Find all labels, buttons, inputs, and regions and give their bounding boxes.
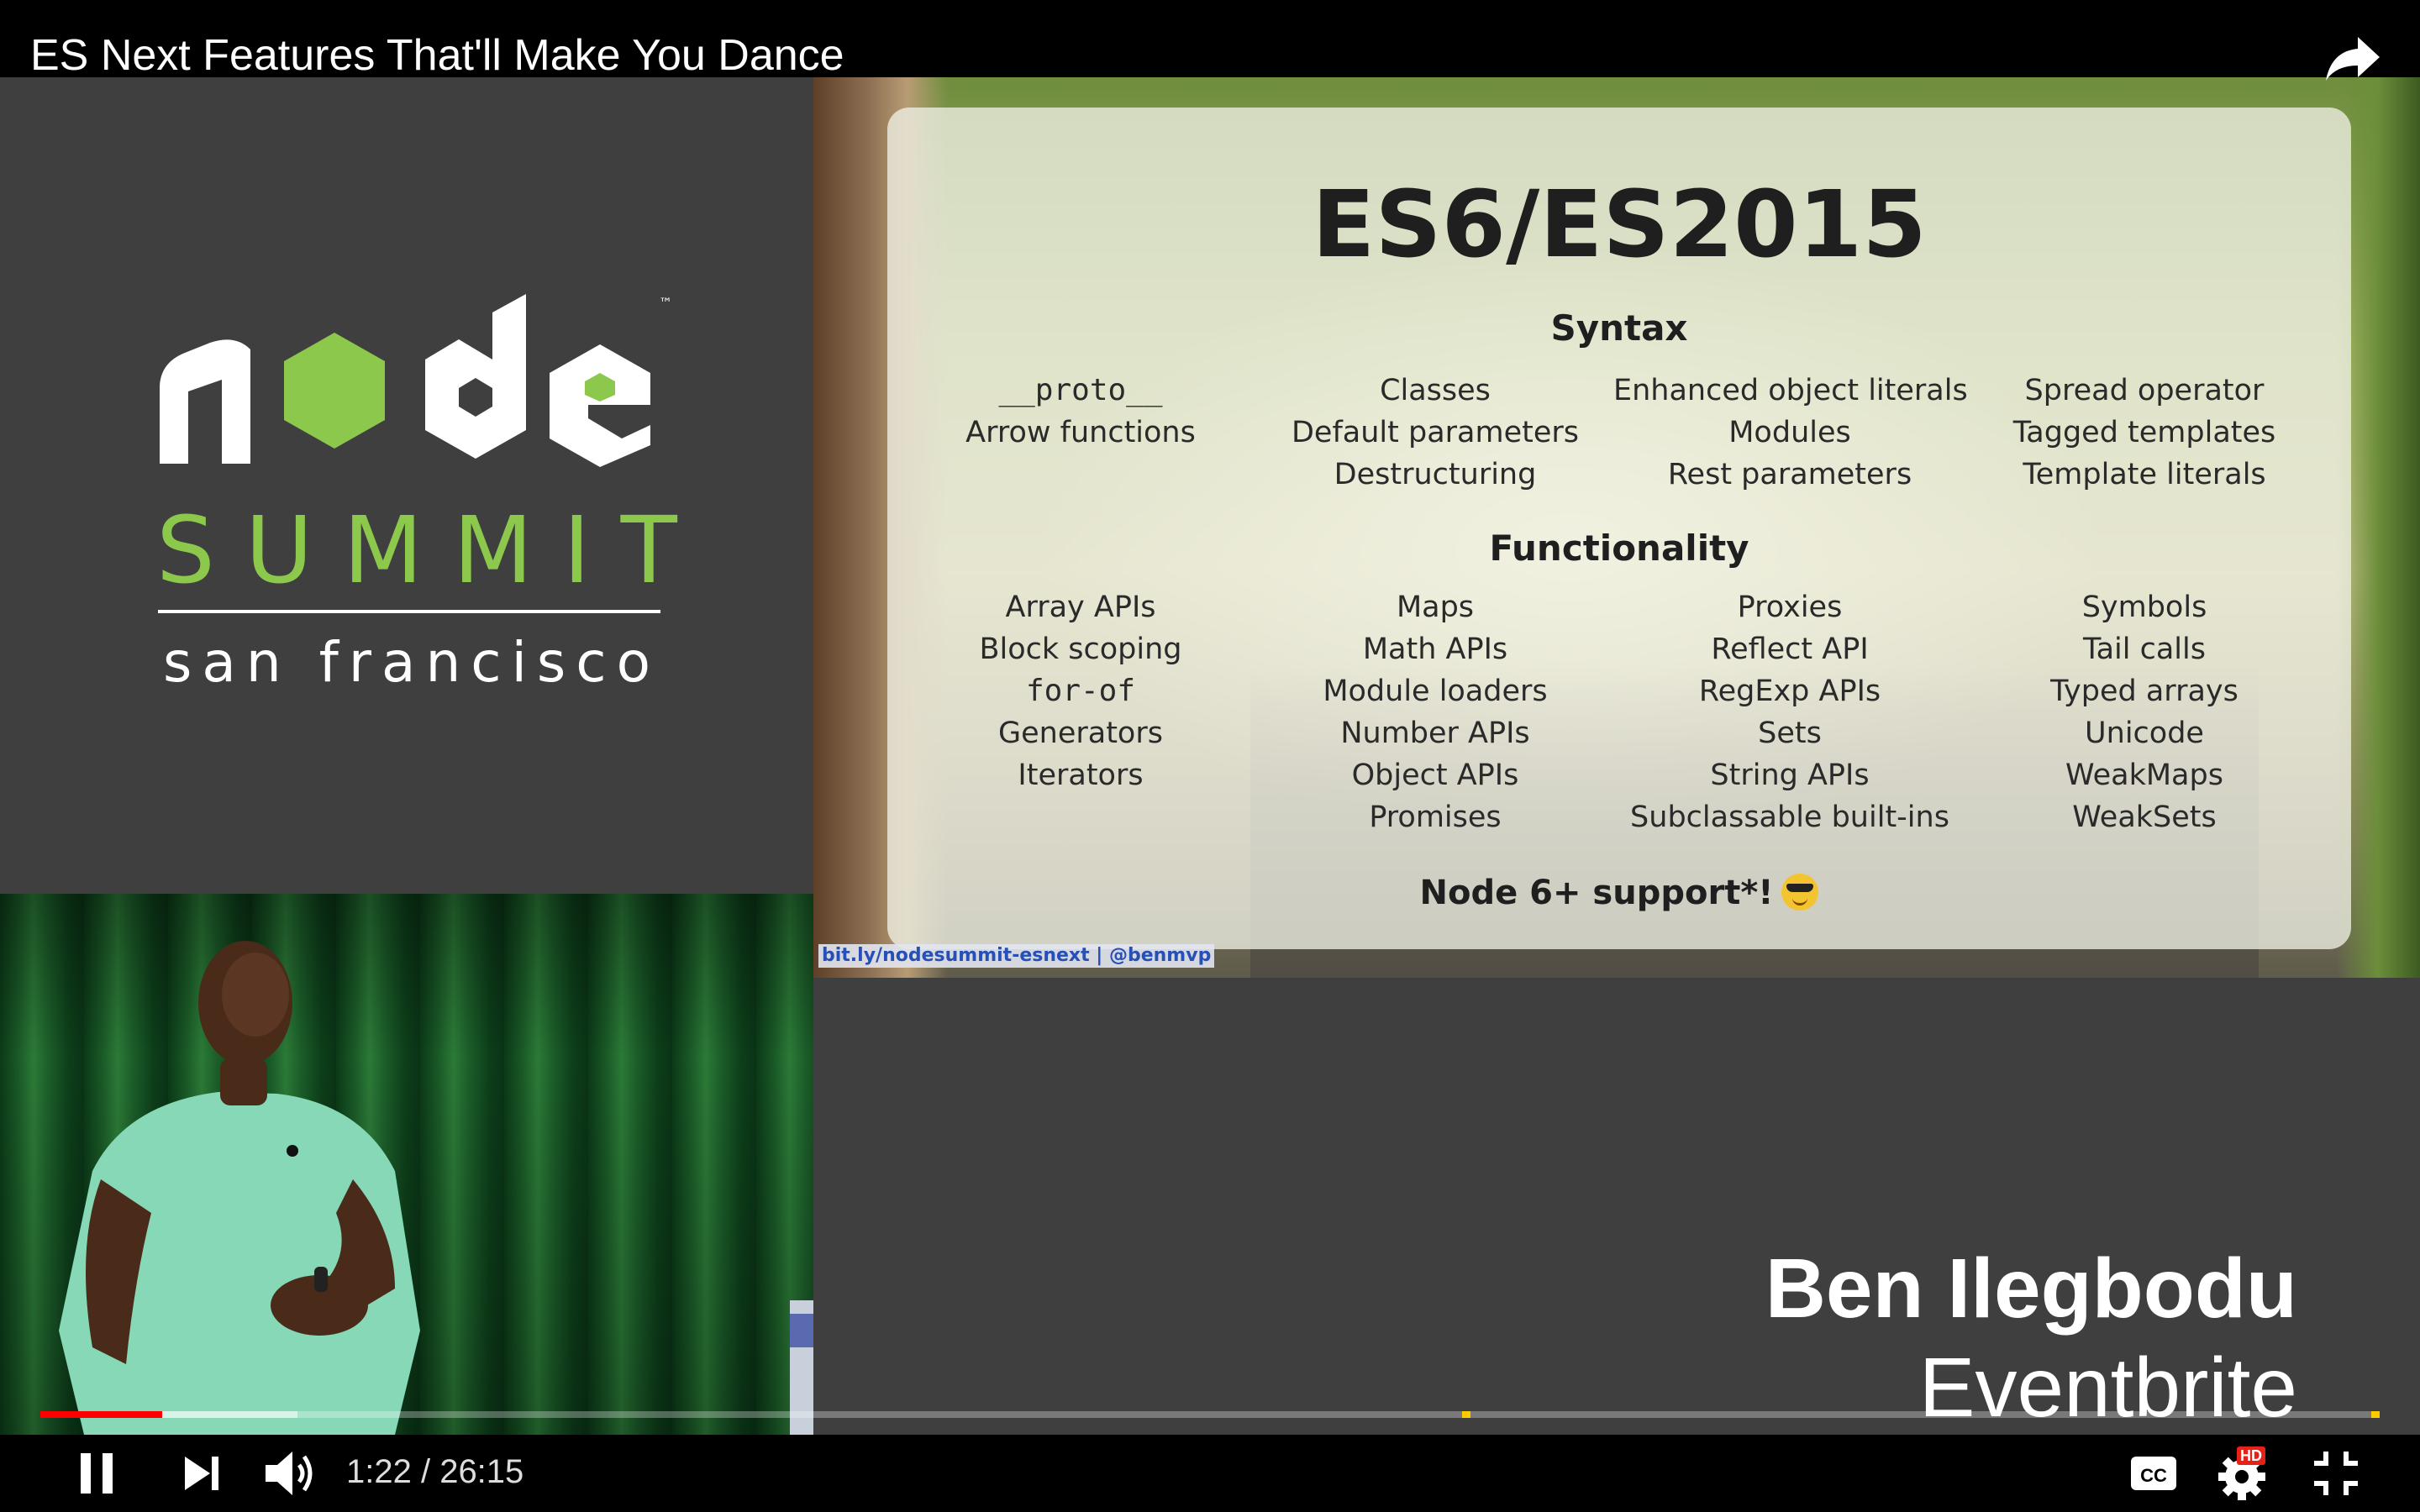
presentation-slide: ES6/ES2015 Syntax __proto__ Arrow functi… bbox=[813, 77, 2420, 978]
list-item: Rest parameters bbox=[1667, 458, 1912, 491]
functionality-column-2: Maps Math APIs Module loaders Number API… bbox=[1259, 586, 1612, 838]
functionality-column-3: Proxies Reflect API RegExp APIs Sets Str… bbox=[1613, 586, 1966, 838]
support-note: Node 6+ support*! bbox=[887, 874, 2351, 911]
speaker-figure bbox=[59, 941, 813, 1435]
list-item: Sets bbox=[1758, 717, 1822, 750]
volume-button[interactable] bbox=[264, 1446, 319, 1500]
progress-played bbox=[40, 1411, 162, 1418]
list-item: String APIs bbox=[1710, 759, 1870, 792]
slide-title: ES6/ES2015 bbox=[1312, 171, 1927, 278]
list-item: Spread operator bbox=[2024, 374, 2265, 407]
functionality-heading: Functionality bbox=[1489, 528, 1749, 569]
list-item: Number APIs bbox=[1340, 717, 1530, 750]
list-item: Array APIs bbox=[1005, 591, 1156, 624]
list-item: Object APIs bbox=[1351, 759, 1519, 792]
sunglasses-emoji-icon bbox=[1781, 874, 1819, 911]
list-item: Tail calls bbox=[2083, 633, 2206, 666]
trademark-symbol: ™ bbox=[659, 295, 672, 311]
list-item: Modules bbox=[1728, 416, 1851, 449]
event-logo-panel: ™ SUMMIT san francisco bbox=[0, 77, 813, 894]
speaker-camera-feed bbox=[0, 894, 813, 1435]
video-title[interactable]: ES Next Features That'll Make You Dance bbox=[30, 30, 844, 81]
list-item: for-of bbox=[1025, 674, 1136, 708]
list-item: Reflect API bbox=[1711, 633, 1869, 666]
cc-icon: CC bbox=[2131, 1457, 2176, 1490]
chapter-marker[interactable] bbox=[1462, 1411, 1470, 1418]
syntax-column-3: Enhanced object literals Modules Rest pa… bbox=[1613, 370, 1968, 496]
list-item: Classes bbox=[1380, 374, 1491, 407]
list-item: Math APIs bbox=[1362, 633, 1508, 666]
speaker-name: Ben Ilegbodu bbox=[1765, 1242, 2297, 1336]
logo-divider bbox=[158, 610, 660, 613]
node-wordmark-graphic: ™ bbox=[160, 294, 672, 467]
list-item: Tagged templates bbox=[2012, 416, 2276, 449]
city-wordmark: san francisco bbox=[163, 630, 660, 695]
list-item: Default parameters bbox=[1291, 416, 1580, 449]
list-item: Block scoping bbox=[979, 633, 1182, 666]
list-item: Arrow functions bbox=[965, 416, 1196, 449]
exit-fullscreen-button[interactable] bbox=[2311, 1448, 2361, 1499]
volume-icon bbox=[266, 1452, 313, 1495]
next-icon bbox=[185, 1457, 218, 1490]
list-item: Proxies bbox=[1737, 591, 1843, 624]
support-text: Node 6+ support*! bbox=[1419, 874, 1774, 912]
list-item: Enhanced object literals bbox=[1613, 374, 1968, 407]
video-player[interactable]: ES Next Features That'll Make You Dance bbox=[0, 0, 2420, 1512]
list-item: Iterators bbox=[1018, 759, 1144, 792]
list-item: Module loaders bbox=[1323, 675, 1548, 708]
list-item: Typed arrays bbox=[2050, 675, 2238, 708]
exit-fullscreen-icon bbox=[2314, 1452, 2358, 1495]
share-icon[interactable] bbox=[2324, 34, 2383, 84]
list-item: Unicode bbox=[2085, 717, 2204, 750]
syntax-column-4: Spread operator Tagged templates Templat… bbox=[1968, 370, 2321, 496]
slide-footer-link: bit.ly/nodesummit-esnext | @benmvp bbox=[818, 944, 1215, 968]
pause-button[interactable] bbox=[77, 1448, 118, 1499]
video-frame[interactable]: ™ SUMMIT san francisco ES6/ES2015 Syntax… bbox=[0, 77, 2420, 1435]
time-display: 1:22 / 26:15 bbox=[346, 1453, 524, 1490]
summit-wordmark: SUMMIT bbox=[156, 496, 708, 604]
list-item: Promises bbox=[1369, 801, 1502, 834]
list-item: Subclassable built-ins bbox=[1630, 801, 1949, 834]
progress-bar[interactable] bbox=[40, 1411, 2380, 1418]
pause-icon bbox=[81, 1453, 113, 1494]
chapter-marker[interactable] bbox=[2371, 1411, 2380, 1418]
captions-button[interactable]: CC bbox=[2129, 1450, 2178, 1497]
syntax-column-1: __proto__ Arrow functions bbox=[904, 370, 1257, 454]
list-item: __proto__ bbox=[998, 373, 1163, 407]
node-summit-logo: ™ SUMMIT san francisco bbox=[151, 279, 723, 699]
svg-text:CC: CC bbox=[2140, 1465, 2167, 1486]
speaker-name-card: Ben Ilegbodu Eventbrite bbox=[813, 978, 2420, 1435]
list-item: RegExp APIs bbox=[1698, 675, 1881, 708]
control-bar: 1:22 / 26:15 CC HD bbox=[0, 1435, 2420, 1512]
list-item: WeakMaps bbox=[2065, 759, 2223, 792]
list-item: Symbols bbox=[2081, 591, 2207, 624]
slide-card: ES6/ES2015 Syntax __proto__ Arrow functi… bbox=[887, 108, 2351, 949]
title-bar: ES Next Features That'll Make You Dance bbox=[0, 0, 2420, 81]
syntax-column-2: Classes Default parameters Destructuring bbox=[1259, 370, 1612, 496]
list-item: Generators bbox=[998, 717, 1163, 750]
next-button[interactable] bbox=[182, 1452, 222, 1495]
list-item: Maps bbox=[1396, 591, 1475, 624]
functionality-column-4: Symbols Tail calls Typed arrays Unicode … bbox=[1968, 586, 2321, 838]
functionality-column-1: Array APIs Block scoping for-of Generato… bbox=[904, 586, 1257, 796]
list-item: WeakSets bbox=[2072, 801, 2217, 834]
hd-badge: HD bbox=[2237, 1446, 2265, 1465]
list-item: Destructuring bbox=[1334, 458, 1537, 491]
list-item: Template literals bbox=[2023, 458, 2266, 491]
syntax-heading: Syntax bbox=[1550, 307, 1688, 349]
